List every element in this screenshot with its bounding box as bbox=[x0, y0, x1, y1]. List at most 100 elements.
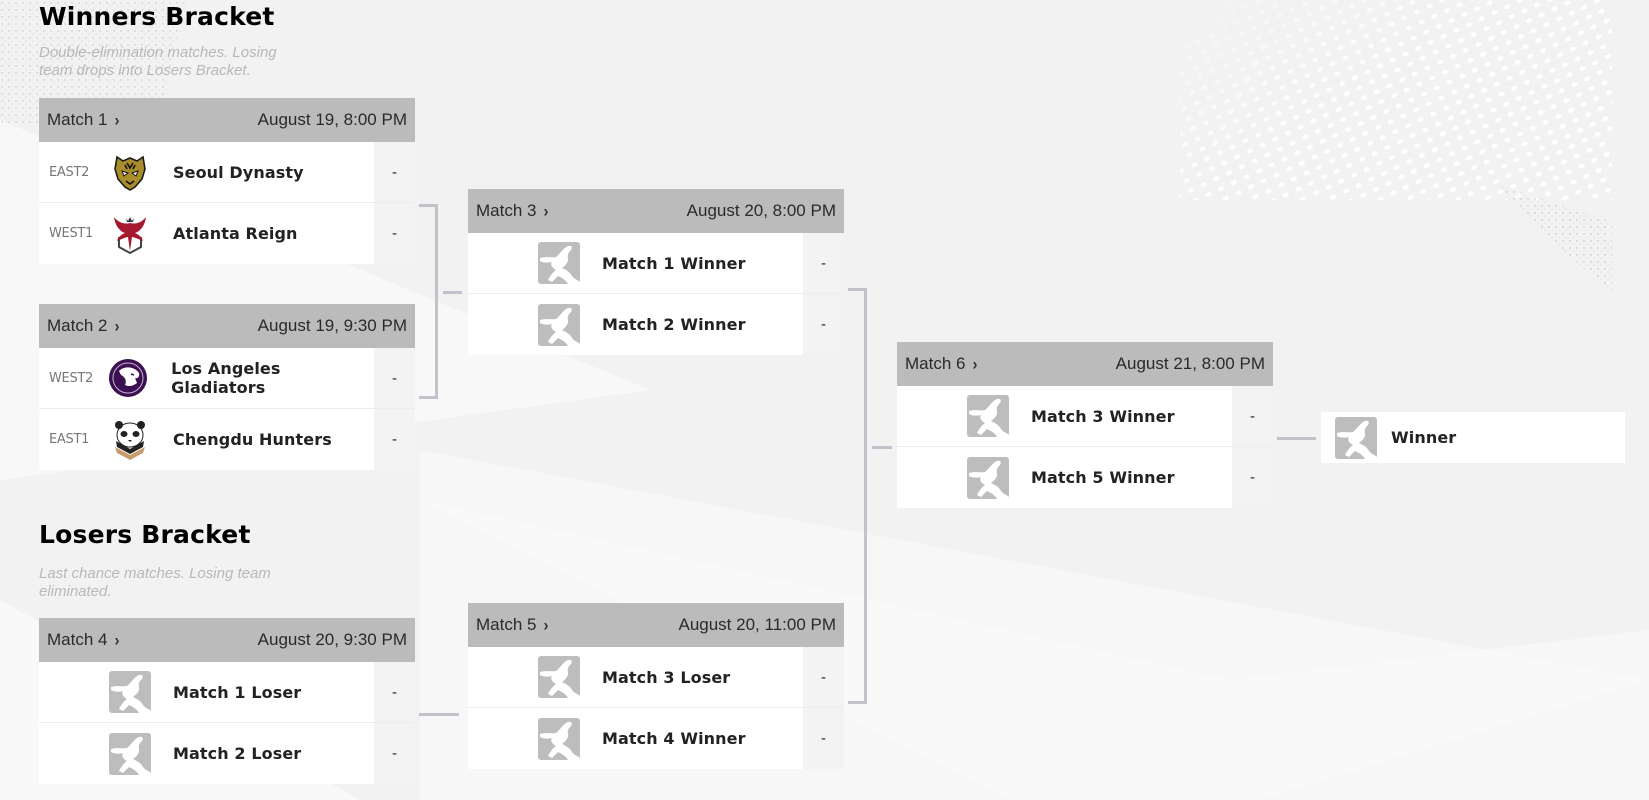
placeholder-logo-icon bbox=[1335, 416, 1377, 459]
match-3-label: Match 3 bbox=[476, 201, 537, 220]
losers-bracket-description: Last chance matches. Losing team elimina… bbox=[39, 565, 271, 600]
team-seed: WEST2 bbox=[49, 370, 94, 386]
match-6-header[interactable]: Match 6 › August 21, 8:00 PM bbox=[897, 342, 1273, 386]
team-score: - bbox=[803, 708, 844, 769]
chevron-right-icon: › bbox=[543, 615, 549, 635]
match-2-link[interactable]: Match 2 › bbox=[47, 316, 119, 336]
match-2-header[interactable]: Match 2 › August 19, 9:30 PM bbox=[39, 304, 415, 348]
atlanta-reign-logo-icon bbox=[109, 213, 151, 255]
seoul-dynasty-logo-icon bbox=[109, 151, 151, 193]
placeholder-logo-icon bbox=[109, 732, 151, 775]
team-name: Seoul Dynasty bbox=[173, 162, 304, 182]
team-score: - bbox=[803, 294, 844, 355]
team-row[interactable]: Match 5 Winner - bbox=[897, 447, 1273, 508]
team-name: Chengdu Hunters bbox=[173, 430, 332, 449]
connector-m5-bottom bbox=[848, 701, 867, 704]
team-name: Match 5 Winner bbox=[1031, 468, 1175, 487]
match-5-link[interactable]: Match 5 › bbox=[476, 615, 548, 635]
chevron-right-icon: › bbox=[114, 110, 120, 130]
team-row[interactable]: WEST1 Atlanta Reign - bbox=[39, 203, 415, 264]
team-score: - bbox=[374, 348, 415, 408]
placeholder-logo-icon bbox=[967, 395, 1009, 437]
team-score: - bbox=[374, 203, 415, 264]
match-3-link[interactable]: Match 3 › bbox=[476, 201, 548, 221]
chevron-right-icon: › bbox=[114, 630, 120, 650]
match-4-date: August 20, 9:30 PM bbox=[257, 630, 407, 649]
team-row[interactable]: Match 2 Loser - bbox=[39, 723, 415, 784]
chevron-right-icon: › bbox=[972, 354, 978, 374]
team-name: Match 1 Winner bbox=[602, 253, 746, 273]
connector-m6-to-winner bbox=[1277, 437, 1316, 440]
connector-m35-vertical bbox=[864, 288, 867, 704]
team-name: Match 3 Loser bbox=[602, 667, 731, 687]
placeholder-logo-icon bbox=[538, 656, 580, 698]
match-3-header[interactable]: Match 3 › August 20, 8:00 PM bbox=[468, 189, 844, 233]
placeholder-logo-icon bbox=[538, 717, 580, 760]
team-row[interactable]: WEST2 Los Angeles Gladiators - bbox=[39, 348, 415, 409]
la-gladiators-logo-icon bbox=[107, 357, 149, 399]
connector-to-m6 bbox=[872, 446, 892, 449]
match-5-date: August 20, 11:00 PM bbox=[678, 615, 836, 634]
team-row[interactable]: Match 4 Winner - bbox=[468, 708, 844, 769]
team-name: Match 1 Loser bbox=[173, 682, 302, 702]
match-3-date: August 20, 8:00 PM bbox=[686, 201, 836, 220]
chengdu-hunters-logo-icon bbox=[109, 419, 151, 461]
match-2-card: Match 2 › August 19, 9:30 PM WEST2 Los A… bbox=[39, 304, 415, 470]
team-row[interactable]: EAST1 Chengdu Hunters - bbox=[39, 409, 415, 470]
team-score: - bbox=[374, 662, 415, 722]
team-score: - bbox=[803, 233, 844, 293]
placeholder-logo-icon bbox=[109, 671, 151, 713]
match-4-card: Match 4 › August 20, 9:30 PM Match 1 Los… bbox=[39, 618, 415, 784]
match-5-header[interactable]: Match 5 › August 20, 11:00 PM bbox=[468, 603, 844, 647]
match-5-label: Match 5 bbox=[476, 615, 537, 634]
match-5-card: Match 5 › August 20, 11:00 PM Match 3 Lo… bbox=[468, 603, 844, 769]
match-1-header[interactable]: Match 1 › August 19, 8:00 PM bbox=[39, 98, 415, 142]
losers-bracket-title: Losers Bracket bbox=[39, 520, 251, 549]
connector-to-m3 bbox=[443, 291, 462, 294]
winners-bracket-description: Double-elimination matches. Losing team … bbox=[39, 44, 277, 79]
match-4-link[interactable]: Match 4 › bbox=[47, 630, 119, 650]
team-row[interactable]: EAST2 Seoul Dynasty - bbox=[39, 142, 415, 203]
match-1-card: Match 1 › August 19, 8:00 PM EAST2 Seoul… bbox=[39, 98, 415, 264]
chevron-right-icon: › bbox=[543, 201, 549, 221]
match-2-label: Match 2 bbox=[47, 316, 108, 335]
match-4-label: Match 4 bbox=[47, 630, 108, 649]
final-winner-slot[interactable]: Winner bbox=[1321, 412, 1625, 463]
connector-m2-bottom bbox=[419, 396, 438, 399]
team-row[interactable]: Match 2 Winner - bbox=[468, 294, 844, 355]
team-score: - bbox=[1232, 447, 1273, 508]
team-seed: EAST1 bbox=[49, 432, 90, 447]
team-seed: WEST1 bbox=[49, 226, 94, 241]
team-row[interactable]: Match 3 Loser - bbox=[468, 647, 844, 708]
team-name: Atlanta Reign bbox=[173, 224, 298, 243]
team-name: Match 2 Loser bbox=[173, 744, 302, 763]
winner-label: Winner bbox=[1391, 428, 1457, 447]
match-1-date: August 19, 8:00 PM bbox=[257, 110, 407, 129]
team-score: - bbox=[803, 647, 844, 707]
team-row[interactable]: Match 1 Loser - bbox=[39, 662, 415, 723]
match-6-label: Match 6 bbox=[905, 354, 966, 373]
match-4-header[interactable]: Match 4 › August 20, 9:30 PM bbox=[39, 618, 415, 662]
team-name: Match 4 Winner bbox=[602, 729, 746, 748]
match-3-card: Match 3 › August 20, 8:00 PM Match 1 Win… bbox=[468, 189, 844, 355]
placeholder-logo-icon bbox=[538, 242, 580, 284]
match-6-link[interactable]: Match 6 › bbox=[905, 354, 977, 374]
team-row[interactable]: Match 3 Winner - bbox=[897, 386, 1273, 447]
match-6-card: Match 6 › August 21, 8:00 PM Match 3 Win… bbox=[897, 342, 1273, 508]
match-6-date: August 21, 8:00 PM bbox=[1115, 354, 1265, 373]
team-name: Los Angeles Gladiators bbox=[171, 359, 281, 397]
team-row[interactable]: Match 1 Winner - bbox=[468, 233, 844, 294]
match-1-label: Match 1 bbox=[47, 110, 108, 129]
team-score: - bbox=[1232, 386, 1273, 446]
team-score: - bbox=[374, 409, 415, 470]
placeholder-logo-icon bbox=[538, 303, 580, 346]
connector-m12-vertical bbox=[435, 204, 438, 399]
match-1-link[interactable]: Match 1 › bbox=[47, 110, 119, 130]
match-2-date: August 19, 9:30 PM bbox=[257, 316, 407, 335]
team-seed: EAST2 bbox=[49, 164, 90, 180]
connector-m4-to-m5 bbox=[419, 713, 459, 716]
chevron-right-icon: › bbox=[114, 316, 120, 336]
team-score: - bbox=[374, 723, 415, 784]
team-name: Match 2 Winner bbox=[602, 315, 746, 334]
team-name: Match 3 Winner bbox=[1031, 406, 1175, 426]
